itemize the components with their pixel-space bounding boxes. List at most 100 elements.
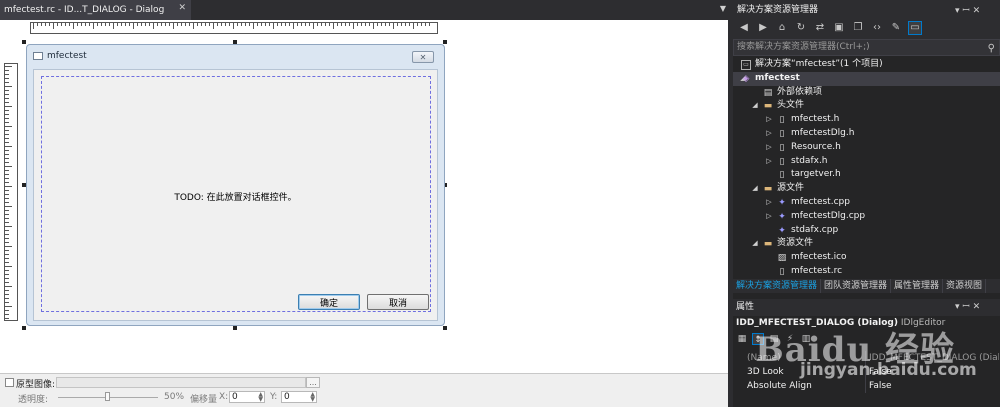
transparency-slider-thumb[interactable] (105, 392, 110, 401)
home-icon[interactable]: ⌂ (775, 21, 789, 35)
ruler-tick (417, 23, 418, 26)
dialog-preview[interactable]: mfectest ✕ TODO: 在此放置对话框控件。 确定 取消 (26, 44, 445, 326)
prototype-image-checkbox[interactable] (5, 378, 14, 387)
ruler-tick (397, 23, 398, 26)
resize-handle[interactable] (443, 40, 447, 44)
tab-dropdown-icon[interactable]: ▼ (720, 4, 726, 13)
ruler-tick (5, 290, 9, 291)
refresh-icon[interactable]: ⇄ (813, 21, 827, 35)
code-view-icon[interactable]: ‹› (870, 21, 884, 35)
tool-window-tab[interactable]: 解决方案资源管理器 (733, 279, 822, 293)
sync-icon[interactable]: ↻ (794, 21, 808, 35)
tree-item[interactable]: ✦ stdafx.cpp (733, 224, 1000, 238)
expander-icon[interactable]: ▷ (765, 155, 773, 169)
resize-handle[interactable] (233, 326, 237, 330)
ruler-tick (141, 23, 142, 26)
ruler-tick (5, 214, 9, 215)
tree-item[interactable]: ▭ 解决方案“mfectest”(1 个项目) (733, 58, 1000, 72)
ruler-tick (209, 23, 210, 26)
categorized-icon[interactable]: ▦ (736, 333, 748, 345)
close-icon[interactable]: ✕ (412, 51, 434, 63)
todo-static-text[interactable]: TODO: 在此放置对话框控件。 (34, 190, 437, 203)
spinner-icon[interactable]: ▲ ▼ (258, 392, 263, 403)
properties-icon[interactable]: ✎ (889, 21, 903, 35)
ruler-tick (289, 23, 290, 26)
expander-icon[interactable]: ◢ (751, 182, 759, 196)
tool-window-tab[interactable]: 团队资源管理器 (821, 279, 892, 293)
tree-item-label: mfectest (755, 72, 800, 83)
back-icon[interactable]: ◀ (737, 21, 751, 35)
expander-icon[interactable]: ▷ (765, 210, 773, 224)
ruler-tick (97, 23, 98, 26)
prototype-image-field[interactable] (56, 377, 306, 388)
tree-item[interactable]: ▷ ▯ Resource.h (733, 141, 1000, 155)
ruler-tick (221, 23, 222, 26)
expander-icon[interactable]: ▷ (765, 113, 773, 127)
ruler-tick (5, 166, 12, 167)
tree-item[interactable]: ▤ 外部依赖项 (733, 86, 1000, 100)
expander-icon[interactable]: ▷ (765, 127, 773, 141)
ruler-tick (5, 186, 12, 187)
window-controls-icon[interactable]: ▾ ꟷ ✕ (955, 299, 980, 316)
tree-item[interactable]: ▨ mfectest.ico (733, 251, 1000, 265)
ruler-tick (5, 294, 9, 295)
y-offset-input[interactable]: 0 ▲ ▼ (281, 391, 317, 403)
tool-window-tab[interactable]: 属性管理器 (891, 279, 944, 293)
document-tab[interactable]: mfectest.rc - ID...T_DIALOG - Dialog ✕ (0, 0, 191, 20)
ruler-tick (5, 298, 9, 299)
tool-window-tab[interactable]: 资源视图 (943, 279, 987, 293)
tree-item[interactable]: ◢ ◈ mfectest (733, 71, 1000, 86)
resize-handle[interactable] (443, 326, 447, 330)
tree-item[interactable]: ▯ targetver.h (733, 168, 1000, 182)
ruler-tick (5, 146, 12, 147)
resize-handle[interactable] (22, 326, 26, 330)
search-input[interactable]: 搜索解决方案资源管理器(Ctrl+;) ⚲ (733, 39, 1000, 56)
browse-button[interactable]: ... (306, 377, 320, 388)
tree-item[interactable]: ◢ ▬ 资源文件 (733, 237, 1000, 251)
ruler-tick (293, 23, 294, 29)
ruler-tick (281, 23, 282, 26)
ruler-tick (305, 23, 306, 26)
expander-icon[interactable]: ▷ (765, 196, 773, 210)
tree-item[interactable]: ▷ ✦ mfectest.cpp (733, 196, 1000, 210)
tree-item-label: mfectest.ico (791, 252, 847, 263)
collapse-all-icon[interactable]: ▣ (832, 21, 846, 35)
solution-icon: ▭ (741, 60, 751, 70)
tree-item[interactable]: ▯ mfectest.rc (733, 265, 1000, 279)
tree-item[interactable]: ◢ ▬ 头文件 (733, 99, 1000, 113)
preview-icon[interactable]: ▭ (908, 21, 922, 35)
expander-icon[interactable]: ▷ (765, 141, 773, 155)
ruler-tick (277, 23, 278, 26)
ok-button[interactable]: 确定 (298, 294, 360, 310)
spinner-icon[interactable]: ▲ ▼ (310, 392, 315, 403)
tree-item[interactable]: ◢ ▬ 源文件 (733, 182, 1000, 196)
ruler-tick (5, 198, 9, 199)
ruler-tick (5, 210, 9, 211)
property-row[interactable]: Absolute Align False (733, 379, 1000, 393)
window-controls-icon[interactable]: ▾ ꟷ ✕ (955, 3, 980, 16)
tree-item-label: 源文件 (777, 183, 805, 194)
ruler-tick (5, 110, 9, 111)
show-all-files-icon[interactable]: ❐ (851, 21, 865, 35)
dialog-client-area[interactable]: TODO: 在此放置对话框控件。 确定 取消 (33, 69, 438, 321)
resize-handle[interactable] (22, 40, 26, 44)
ruler-tick (385, 23, 386, 26)
ruler-tick (5, 114, 9, 115)
horizontal-ruler[interactable] (30, 22, 438, 34)
property-value[interactable]: False (869, 379, 999, 393)
tree-item[interactable]: ▷ ▯ mfectest.h (733, 113, 1000, 127)
expander-icon[interactable]: ◢ (751, 237, 759, 251)
tree-item[interactable]: ▷ ▯ stdafx.h (733, 155, 1000, 169)
tree-item[interactable]: ▷ ✦ mfectestDlg.cpp (733, 210, 1000, 224)
tree-item[interactable]: ▷ ▯ mfectestDlg.h (733, 127, 1000, 141)
close-icon[interactable]: ✕ (178, 3, 186, 13)
search-icon[interactable]: ⚲ (988, 41, 995, 56)
vertical-ruler[interactable] (4, 63, 18, 321)
x-offset-input[interactable]: 0 ▲ ▼ (229, 391, 265, 403)
forward-icon[interactable]: ▶ (756, 21, 770, 35)
cancel-button[interactable]: 取消 (367, 294, 429, 310)
expander-icon[interactable]: ◢ (751, 99, 759, 113)
y-offset-label: Y: (270, 392, 278, 402)
external-deps-icon: ▤ (763, 87, 773, 98)
ruler-tick (5, 258, 9, 259)
